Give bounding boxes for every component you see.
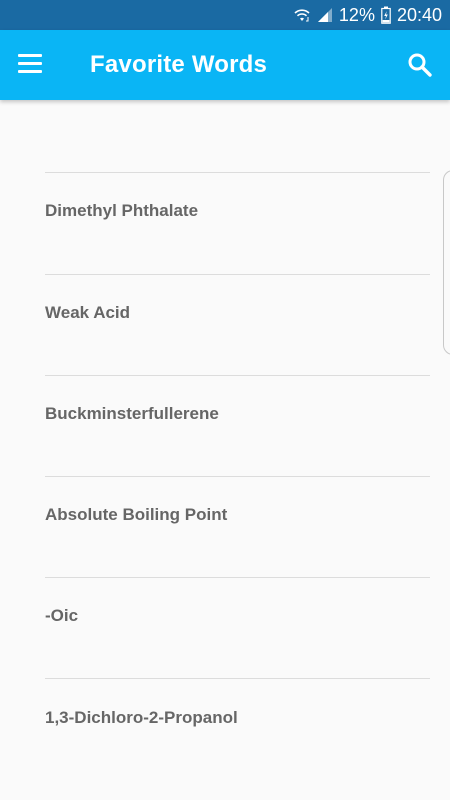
app-bar: Favorite Words [0,30,450,100]
list-divider [45,678,430,679]
word-label: Absolute Boiling Point [45,505,228,524]
list-item[interactable]: 1,3-Dichloro-2-Propanol [45,680,430,780]
battery-charging-icon [381,6,391,24]
hamburger-menu-icon[interactable] [18,54,42,74]
list-item[interactable]: Buckminsterfullerene [45,376,430,476]
list-item[interactable]: Absolute Boiling Point [45,477,430,577]
signal-icon [317,7,333,23]
search-icon[interactable] [406,51,434,79]
word-label: Buckminsterfullerene [45,404,219,423]
favorite-words-list: Dimethyl Phthalate Weak Acid Buckminster… [0,100,450,800]
clock: 20:40 [396,5,442,25]
list-item[interactable]: Dimethyl Phthalate [45,173,430,273]
word-label: -Oic [45,606,79,625]
page-title: Favorite Words [90,51,268,78]
status-bar: 12% 20:40 [0,0,450,30]
word-label: Weak Acid [45,303,131,322]
list-item[interactable]: -Oic [45,578,430,678]
battery-percent: 12% [338,5,375,25]
word-label: Dimethyl Phthalate [45,201,199,220]
screen: 12% 20:40 Favorite Words Dimethyl Phthal… [0,0,450,800]
wifi-icon [293,6,311,24]
list-item[interactable]: Weak Acid [45,275,430,375]
word-label: 1,3-Dichloro-2-Propanol [45,708,238,727]
side-panel-handle[interactable] [443,170,450,355]
